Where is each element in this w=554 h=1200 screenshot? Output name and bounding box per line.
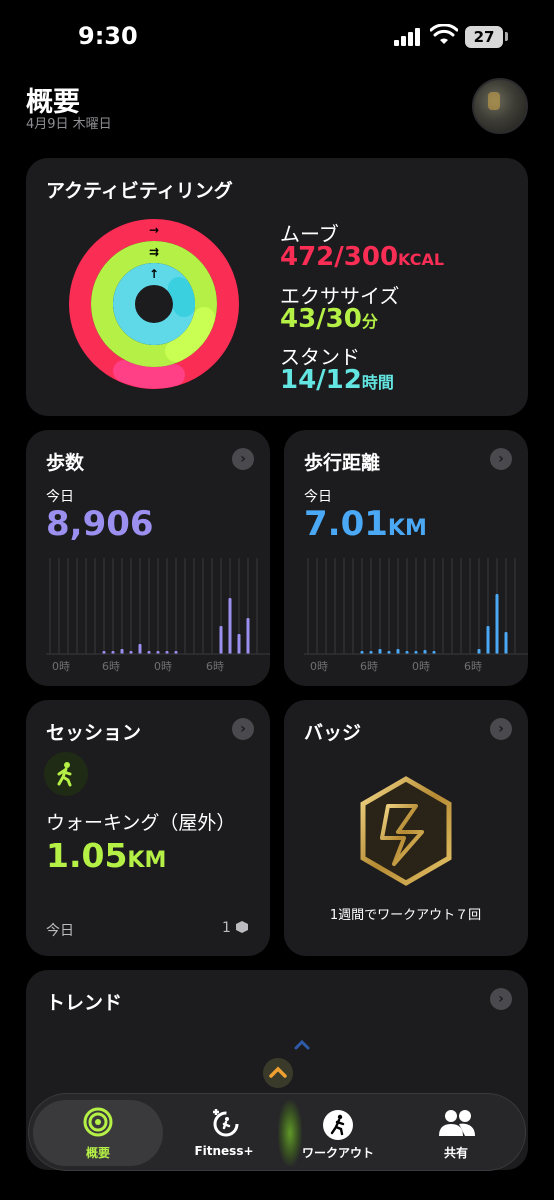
session-period: 今日 bbox=[46, 923, 74, 939]
chevron-up-icon bbox=[294, 1039, 310, 1050]
badges-title: バッジ bbox=[304, 722, 362, 744]
exercise-value: 43/30分 bbox=[280, 304, 378, 334]
battery-indicator: 27 bbox=[465, 26, 503, 48]
activity-rings-title: アクティビティリング bbox=[46, 180, 233, 202]
steps-card[interactable]: 歩数 › 今日 8,906 0時 6時 0時 6時 bbox=[26, 430, 270, 686]
glow-decoration bbox=[278, 1100, 302, 1166]
chart-bar bbox=[486, 626, 490, 654]
chart-bar bbox=[477, 649, 481, 654]
steps-value: 8,906 bbox=[46, 504, 154, 544]
status-bar: 9:30 27 bbox=[0, 0, 554, 70]
distance-value: 7.01KM bbox=[304, 504, 427, 544]
tab-fitness-plus[interactable]: Fitness+ bbox=[169, 1094, 279, 1172]
session-count: 1 bbox=[222, 920, 249, 936]
tab-label: 共有 bbox=[443, 1146, 468, 1160]
chart-bar bbox=[396, 649, 400, 654]
svg-text:↑: ↑ bbox=[149, 267, 159, 281]
tab-summary[interactable]: 概要 bbox=[33, 1100, 163, 1166]
distance-axis-0b: 0時 bbox=[412, 660, 430, 673]
distance-period: 今日 bbox=[304, 489, 332, 505]
steps-axis-6: 6時 bbox=[102, 660, 120, 673]
session-card[interactable]: セッション › ウォーキング（屋外） 1.05KM 今日 1 bbox=[26, 700, 270, 956]
chevron-right-icon[interactable]: › bbox=[232, 718, 254, 740]
chevron-right-icon[interactable]: › bbox=[490, 448, 512, 470]
activity-rings-chart: → ⇉ ↑ bbox=[69, 219, 239, 389]
workout-name: ウォーキング（屋外） bbox=[46, 812, 236, 834]
page-date: 4月9日 木曜日 bbox=[26, 117, 112, 132]
chevron-right-icon[interactable]: › bbox=[490, 988, 512, 1010]
status-time: 9:30 bbox=[78, 22, 138, 50]
badge-caption: 1週間でワークアウト７回 bbox=[329, 908, 482, 923]
chart-bar bbox=[237, 634, 241, 654]
steps-title: 歩数 bbox=[46, 452, 85, 474]
steps-period: 今日 bbox=[46, 489, 74, 505]
session-title: セッション bbox=[46, 722, 142, 744]
steps-hourly-chart bbox=[46, 558, 270, 655]
distance-axis-6: 6時 bbox=[360, 660, 378, 673]
distance-hourly-chart bbox=[304, 558, 528, 655]
chevron-right-icon[interactable]: › bbox=[232, 448, 254, 470]
tab-sharing[interactable]: 共有 bbox=[401, 1094, 511, 1172]
chart-bar bbox=[495, 594, 499, 654]
steps-axis-0b: 0時 bbox=[154, 660, 172, 673]
chart-bar bbox=[138, 644, 142, 654]
tab-label: 概要 bbox=[85, 1146, 110, 1160]
cellular-signal-icon bbox=[394, 28, 422, 46]
sharing-icon bbox=[439, 1110, 475, 1136]
chart-bar bbox=[246, 618, 250, 654]
avatar[interactable] bbox=[472, 78, 528, 134]
svg-text:→: → bbox=[149, 223, 159, 237]
ring-arrows: → ⇉ ↑ bbox=[149, 223, 159, 281]
badges-card[interactable]: バッジ › 1週間でワークアウト７回 bbox=[284, 700, 528, 956]
activity-rings-card[interactable]: アクティビティリング → ⇉ ↑ ムーブ 472/300KCAL エクササイズ … bbox=[26, 158, 528, 416]
distance-card[interactable]: 歩行距離 › 今日 7.01KM 0時 6時 0時 6時 bbox=[284, 430, 528, 686]
steps-axis-6b: 6時 bbox=[206, 660, 224, 673]
distance-title: 歩行距離 bbox=[304, 452, 381, 474]
tab-bar: 概要 Fitness+ ワークアウト 共有 bbox=[28, 1093, 526, 1171]
walking-icon bbox=[44, 752, 88, 796]
chart-bar bbox=[120, 649, 124, 654]
chevron-right-icon[interactable]: › bbox=[490, 718, 512, 740]
distance-axis-0: 0時 bbox=[310, 660, 328, 673]
chart-bar bbox=[504, 632, 508, 654]
chart-bar bbox=[378, 649, 382, 654]
award-badge-icon bbox=[360, 776, 452, 886]
distance-axis-6b: 6時 bbox=[464, 660, 482, 673]
stand-value: 14/12時間 bbox=[280, 365, 394, 395]
workout-stack-icon bbox=[236, 921, 249, 933]
wifi-icon bbox=[430, 24, 458, 44]
svg-text:⇉: ⇉ bbox=[149, 245, 159, 259]
workout-distance: 1.05KM bbox=[46, 836, 167, 875]
chart-bar bbox=[423, 650, 427, 654]
tab-label: Fitness+ bbox=[194, 1144, 254, 1158]
steps-axis-0: 0時 bbox=[52, 660, 70, 673]
workout-icon bbox=[323, 1110, 353, 1140]
move-value: 472/300KCAL bbox=[280, 242, 445, 272]
chart-bar bbox=[219, 626, 223, 654]
trend-up-icon bbox=[263, 1058, 293, 1088]
trends-title: トレンド bbox=[46, 992, 123, 1014]
chart-bar bbox=[228, 598, 232, 654]
rings-icon bbox=[83, 1107, 113, 1137]
fitness-plus-icon bbox=[213, 1109, 239, 1137]
battery-tip bbox=[505, 32, 508, 41]
